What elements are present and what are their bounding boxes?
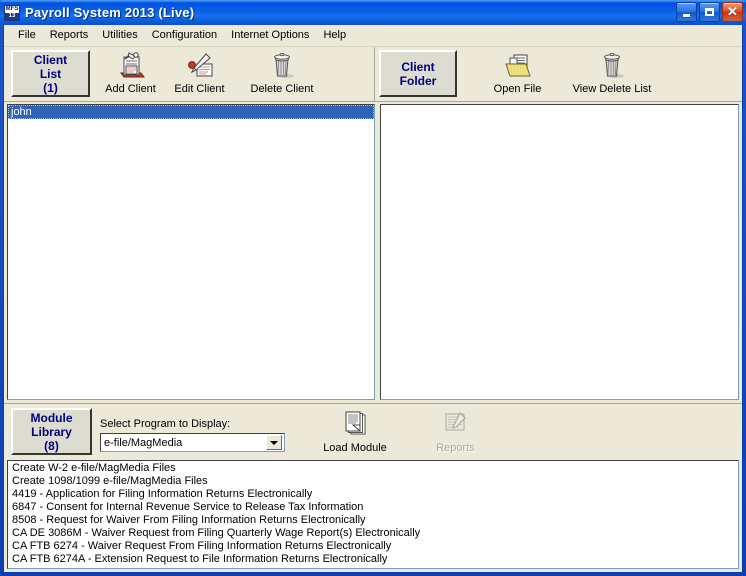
main-toolbar: Client List (1) Add Client Edit Client D… [4, 47, 742, 102]
edit-client-icon [184, 51, 216, 81]
program-select-dropdown[interactable]: e-file/MagMedia [100, 433, 285, 452]
tab-client-folder[interactable]: Client Folder [379, 50, 457, 97]
client-folder-toolgroup: Client Folder Open File View Delete List [375, 47, 742, 101]
module-program-list[interactable]: Create W-2 e-file/MagMedia Files Create … [7, 460, 739, 569]
tab-client-list-count: (1) [43, 80, 58, 95]
window-controls: ✕ [676, 2, 743, 22]
close-icon: ✕ [727, 4, 738, 19]
program-select-value: e-file/MagMedia [104, 436, 183, 449]
open-file-icon [502, 51, 534, 81]
reports-icon [440, 410, 472, 440]
chevron-down-icon[interactable] [266, 435, 282, 450]
tab-module-library-count: (8) [44, 438, 59, 453]
menu-item-reports[interactable]: Reports [43, 26, 96, 45]
add-client-icon [115, 51, 147, 81]
module-library-bar: Module Library (8) Select Program to Dis… [4, 403, 742, 460]
list-item[interactable]: CA FTB 6274A - Extension Request to File… [8, 553, 738, 566]
list-item[interactable]: CA FTB 6274 - Waiver Request From Filing… [8, 540, 738, 553]
maximize-button[interactable] [699, 2, 720, 22]
panels-row: john [4, 102, 742, 400]
window-title: Payroll System 2013 (Live) [25, 5, 195, 20]
tab-module-library[interactable]: Module Library (8) [11, 408, 92, 455]
client-list-toolgroup: Client List (1) Add Client Edit Client D… [4, 47, 375, 101]
tab-client-list[interactable]: Client List (1) [11, 50, 90, 97]
minimize-icon [677, 3, 696, 21]
program-selector: Select Program to Display: e-file/MagMed… [100, 404, 285, 460]
view-delete-list-button[interactable]: View Delete List [564, 47, 660, 101]
add-client-label: Add Client [105, 83, 156, 95]
trash-icon [596, 51, 628, 81]
application-window: MFS 13 Payroll System 2013 (Live) ✕ File… [0, 0, 746, 576]
edit-client-label: Edit Client [174, 83, 225, 95]
maximize-icon [700, 3, 719, 21]
client-folder-panel[interactable] [380, 104, 739, 400]
close-button[interactable]: ✕ [722, 2, 743, 22]
tab-module-library-line2: Library [31, 424, 72, 439]
reports-button: Reports [421, 404, 490, 460]
list-item[interactable]: CA DE 3086M - Waiver Request from Filing… [8, 527, 738, 540]
list-item[interactable]: 8508 - Request for Waiver From Filing In… [8, 514, 738, 527]
title-bar[interactable]: MFS 13 Payroll System 2013 (Live) ✕ [0, 0, 746, 25]
load-module-icon [339, 410, 371, 440]
tab-client-folder-line2: Folder [399, 73, 437, 88]
load-module-button[interactable]: Load Module [307, 404, 403, 460]
delete-client-button[interactable]: Delete Client [234, 47, 330, 101]
tab-client-list-line2: List [39, 66, 62, 81]
app-icon: MFS 13 [4, 4, 20, 21]
view-delete-list-label: View Delete List [572, 83, 652, 95]
client-area: File Reports Utilities Configuration Int… [3, 25, 743, 572]
list-item[interactable]: 6847 - Consent for Internal Revenue Serv… [8, 501, 738, 514]
menu-bar: File Reports Utilities Configuration Int… [4, 25, 742, 47]
edit-client-button[interactable]: Edit Client [165, 47, 234, 101]
menu-item-file[interactable]: File [11, 26, 43, 45]
minimize-button[interactable] [676, 2, 697, 22]
menu-item-utilities[interactable]: Utilities [95, 26, 144, 45]
open-file-label: Open File [493, 83, 542, 95]
app-icon-top-text: MFS [5, 5, 19, 13]
list-item[interactable]: 4419 - Application for Filing Informatio… [8, 488, 738, 501]
open-file-button[interactable]: Open File [483, 47, 552, 101]
reports-label: Reports [436, 442, 475, 454]
load-module-label: Load Module [323, 442, 387, 454]
app-icon-bottom-text: 13 [5, 12, 19, 20]
client-list-item[interactable]: john [8, 105, 374, 119]
delete-client-label: Delete Client [250, 83, 314, 95]
list-item[interactable]: Create 1098/1099 e-file/MagMedia Files [8, 475, 738, 488]
client-list-panel[interactable]: john [7, 104, 375, 400]
tab-client-list-line1: Client [33, 52, 68, 67]
tab-module-library-line1: Module [30, 410, 73, 425]
menu-item-internet-options[interactable]: Internet Options [224, 26, 316, 45]
add-client-button[interactable]: Add Client [96, 47, 165, 101]
list-item[interactable]: Create W-2 e-file/MagMedia Files [8, 462, 738, 475]
delete-client-icon [266, 51, 298, 81]
program-select-label: Select Program to Display: [100, 418, 231, 430]
menu-item-help[interactable]: Help [316, 26, 353, 45]
tab-client-folder-line1: Client [401, 59, 435, 74]
menu-item-configuration[interactable]: Configuration [145, 26, 224, 45]
